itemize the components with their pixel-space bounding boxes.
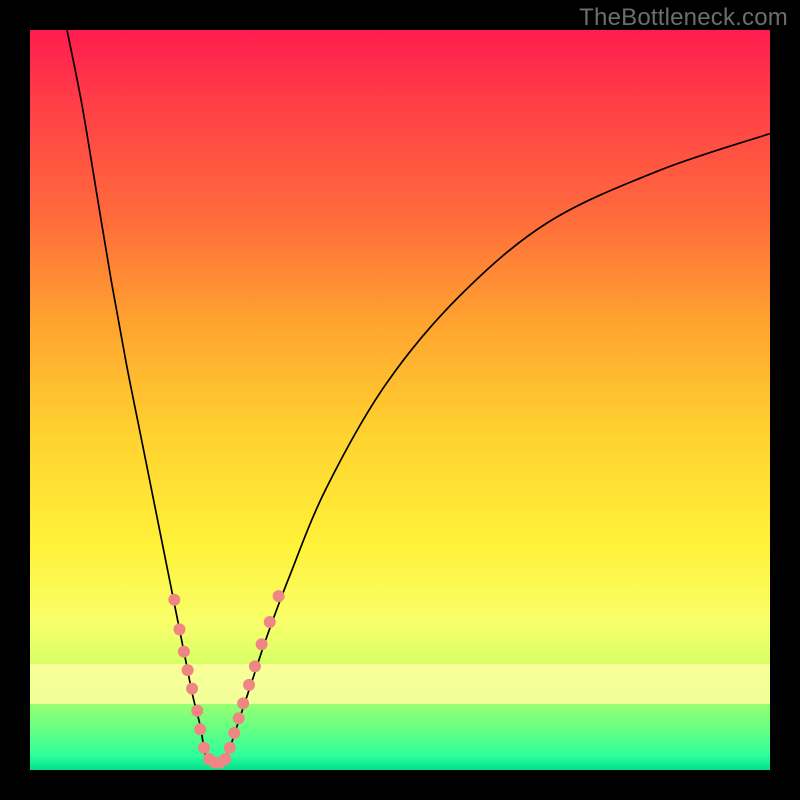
marker-right-2 xyxy=(233,712,245,724)
marker-right-4 xyxy=(243,679,255,691)
marker-right-5 xyxy=(249,660,261,672)
marker-right-0 xyxy=(224,742,236,754)
marker-right-3 xyxy=(237,697,249,709)
marker-right-7 xyxy=(264,616,276,628)
marker-left-1 xyxy=(173,623,185,635)
curve-layer xyxy=(30,30,770,770)
marker-right-1 xyxy=(228,727,240,739)
curve-right-branch xyxy=(222,134,770,763)
watermark-text: TheBottleneck.com xyxy=(579,4,788,32)
marker-dots xyxy=(168,590,284,769)
plot-area xyxy=(30,30,770,770)
chart-frame: TheBottleneck.com xyxy=(0,0,800,800)
marker-left-2 xyxy=(178,646,190,658)
marker-right-8 xyxy=(273,590,285,602)
curve-paths xyxy=(67,30,770,766)
marker-left-6 xyxy=(194,723,206,735)
marker-left-7 xyxy=(198,742,210,754)
marker-left-4 xyxy=(186,683,198,695)
marker-left-0 xyxy=(168,594,180,606)
marker-left-5 xyxy=(191,705,203,717)
marker-right-6 xyxy=(256,638,268,650)
marker-left-11 xyxy=(219,753,231,765)
marker-left-3 xyxy=(182,664,194,676)
